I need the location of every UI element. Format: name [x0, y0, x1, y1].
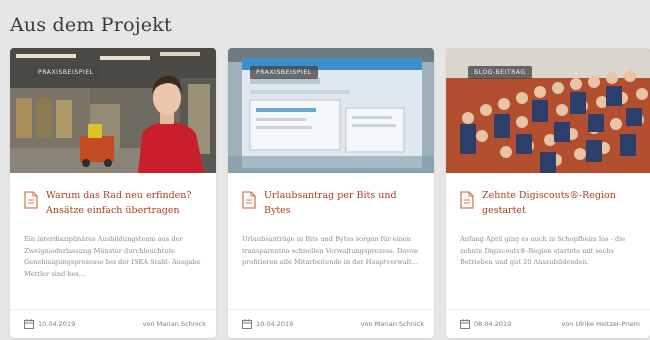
article-excerpt: Urlaubsanträge in Bits und Bytes sorgen …	[242, 235, 419, 267]
article-author: von Marian Schnick	[142, 320, 206, 328]
card-list: Praxisbeispiel Warum das Rad neu erfinde…	[10, 48, 650, 338]
calendar-icon	[242, 319, 252, 329]
article-title-link[interactable]: Zehnte Digiscouts®-Region gestartet	[482, 188, 642, 218]
category-badge: Praxisbeispiel	[250, 66, 318, 79]
article-date: 08.04.2019	[474, 320, 512, 328]
calendar-icon	[24, 319, 34, 329]
article-card[interactable]: Praxisbeispiel Warum das Rad neu erfinde…	[10, 48, 216, 338]
document-icon	[242, 191, 256, 209]
category-badge: Blog-Beitrag	[468, 66, 532, 79]
section-title: Aus dem Projekt	[10, 14, 172, 36]
article-image[interactable]: Praxisbeispiel	[228, 48, 434, 173]
category-badge: Praxisbeispiel	[32, 66, 100, 79]
article-card[interactable]: Blog-Beitrag Zehnte Digiscouts®-Region g…	[446, 48, 650, 338]
card-footer: 10.04.2019 von Marian Schnick	[228, 309, 434, 338]
document-icon	[460, 191, 474, 209]
document-icon	[24, 191, 38, 209]
article-image[interactable]: Praxisbeispiel	[10, 48, 216, 173]
article-title-link[interactable]: Warum das Rad neu erfinden? Ansätze einf…	[46, 188, 206, 218]
card-footer: 10.04.2019 von Marian Schnick	[10, 309, 216, 338]
article-title-link[interactable]: Urlaubsantrag per Bits und Bytes	[264, 188, 424, 218]
calendar-icon	[460, 319, 470, 329]
article-author: von Ulrike Heitzer-Priem	[561, 320, 640, 328]
article-excerpt: Anfang April ging es auch in Schopfheim …	[460, 235, 626, 267]
article-date: 10.04.2019	[256, 320, 294, 328]
card-footer: 08.04.2019 von Ulrike Heitzer-Priem	[446, 309, 650, 338]
article-author: von Marian Schnick	[360, 320, 424, 328]
article-excerpt: Ein interdisziplinäres Ausbildungsteam a…	[24, 235, 201, 278]
article-card[interactable]: Praxisbeispiel Urlaubsantrag per Bits un…	[228, 48, 434, 338]
article-date: 10.04.2019	[38, 320, 76, 328]
article-image[interactable]: Blog-Beitrag	[446, 48, 650, 173]
